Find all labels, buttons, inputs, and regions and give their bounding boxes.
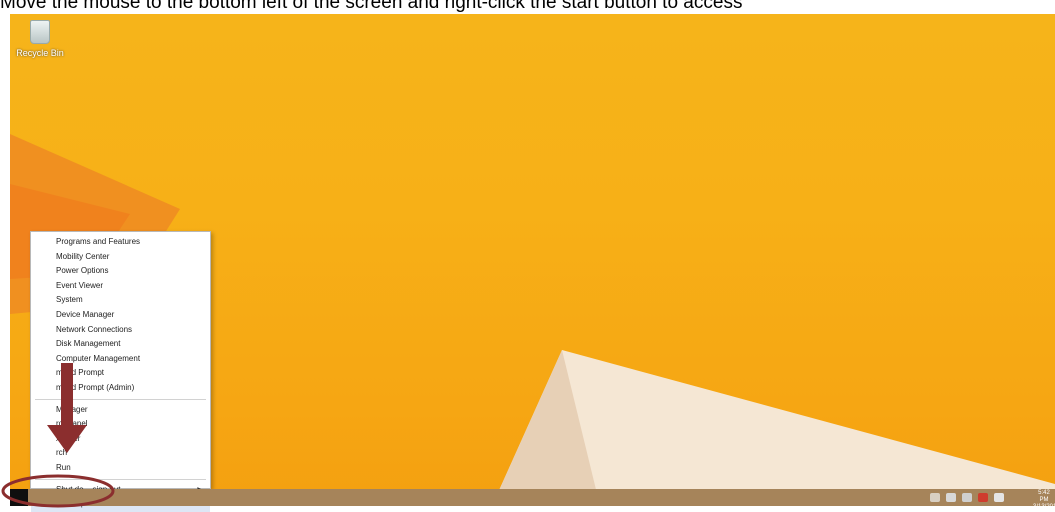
network-icon[interactable] <box>946 493 956 502</box>
clock-time: 5:42 PM <box>1038 490 1050 503</box>
menu-item-programs-features[interactable]: Programs and Features <box>31 235 210 250</box>
trash-icon <box>30 20 50 44</box>
recycle-bin-label: Recycle Bin <box>16 48 64 58</box>
flag-icon[interactable] <box>978 493 988 502</box>
instruction-text: Move the mouse to the bottom left of the… <box>0 0 743 13</box>
menu-item-network-connections[interactable]: Network Connections <box>31 323 210 338</box>
clock-date: 3/13/2014 <box>1033 504 1055 510</box>
volume-icon[interactable] <box>962 493 972 502</box>
menu-item-device-manager[interactable]: Device Manager <box>31 308 210 323</box>
tray-chevron-icon[interactable] <box>930 493 940 502</box>
annotation-arrow-icon <box>47 363 87 453</box>
system-tray <box>930 493 1004 502</box>
menu-item-system[interactable]: System <box>31 293 210 308</box>
keyboard-icon[interactable] <box>994 493 1004 502</box>
taskbar-clock[interactable]: 5:42 PM 3/13/2014 <box>1033 490 1055 511</box>
menu-item-mobility-center[interactable]: Mobility Center <box>31 250 210 265</box>
annotation-circle-icon <box>1 474 115 508</box>
menu-item-power-options[interactable]: Power Options <box>31 264 210 279</box>
menu-item-disk-management[interactable]: Disk Management <box>31 337 210 352</box>
recycle-bin-icon[interactable]: Recycle Bin <box>12 20 68 58</box>
taskbar <box>10 489 1055 506</box>
menu-item-event-viewer[interactable]: Event Viewer <box>31 279 210 294</box>
